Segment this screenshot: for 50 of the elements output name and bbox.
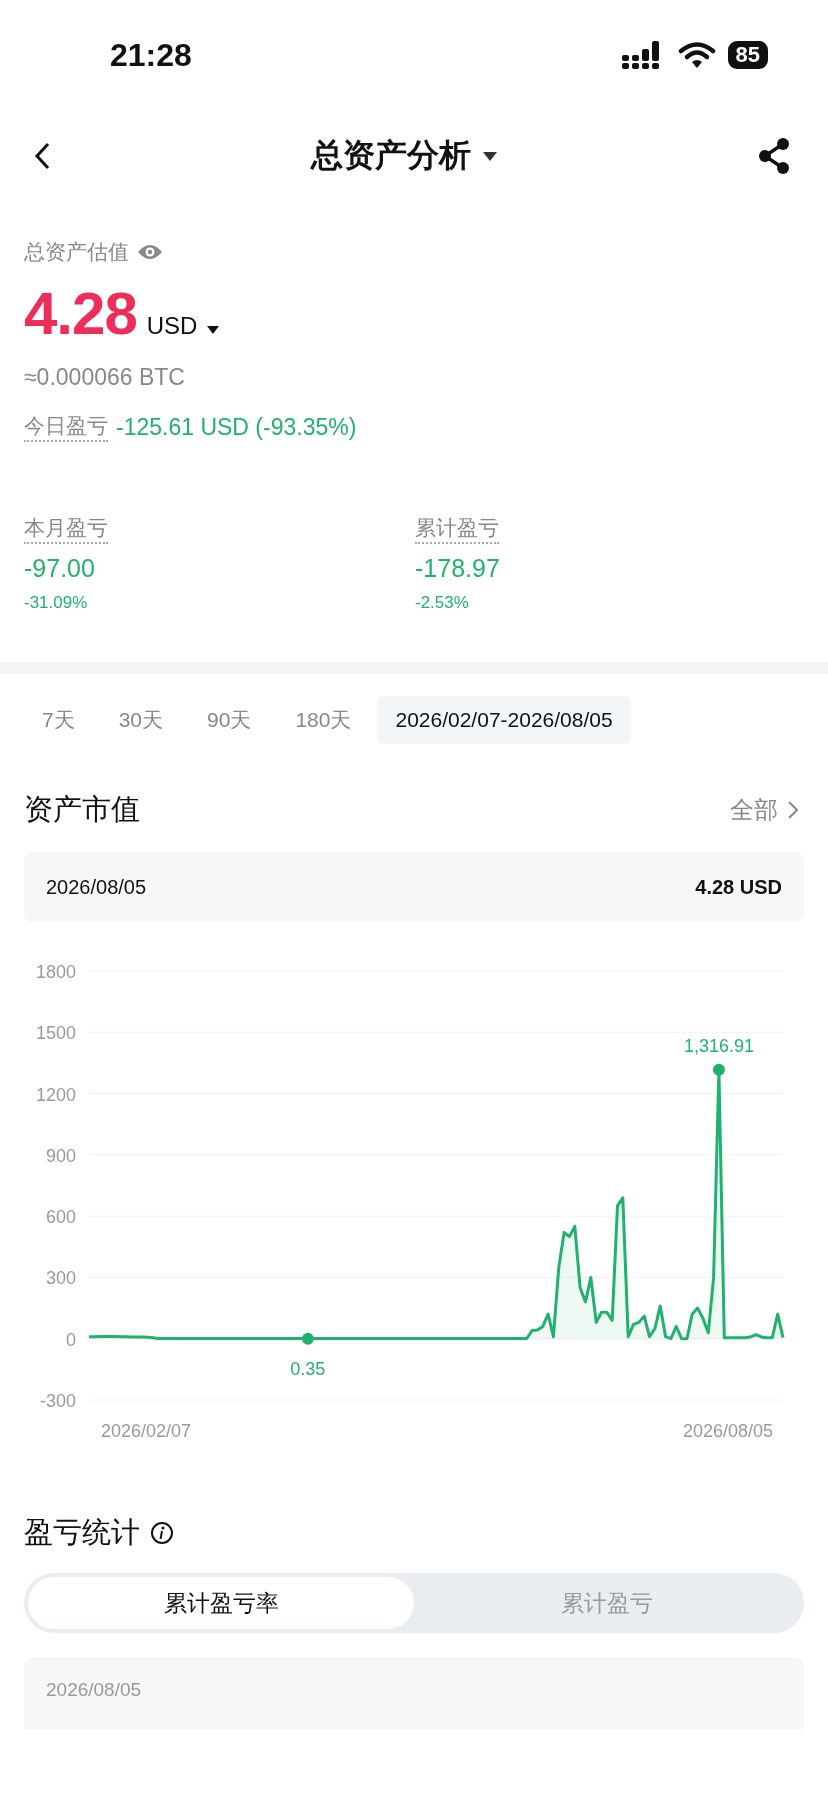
section-title: 资产市值	[24, 792, 140, 827]
wifi-icon	[677, 41, 716, 69]
status-time: 21:28	[110, 36, 192, 74]
view-all-link[interactable]: 全部	[724, 793, 804, 827]
currency-selector[interactable]: USD	[146, 312, 198, 340]
stat-value: -178.97	[415, 554, 500, 583]
stat-label[interactable]: 累计盈亏	[415, 514, 499, 544]
x-axis-label: 2026/08/05	[682, 1421, 773, 1441]
y-axis-label: 1500	[35, 1023, 76, 1044]
stat-percent: -31.09%	[24, 593, 88, 613]
stat-label[interactable]: 本月盈亏	[24, 514, 108, 544]
y-axis-label: 1200	[35, 1084, 76, 1105]
stat-value: -97.00	[24, 554, 95, 583]
range-tab[interactable]: 7天	[24, 694, 93, 746]
eye-icon[interactable]	[137, 243, 163, 261]
caret-icon[interactable]	[483, 151, 497, 161]
data-point	[301, 1332, 314, 1345]
chevron-icon	[788, 801, 798, 819]
btc-equivalent: ≈0.000066 BTC	[24, 364, 186, 391]
point-label: 0.35	[290, 1358, 326, 1379]
data-point	[712, 1063, 725, 1076]
range-tab[interactable]: 180天	[277, 694, 370, 746]
y-axis-label: 900	[45, 1145, 76, 1166]
y-axis-label: -300	[39, 1391, 76, 1411]
section-title: 盈亏统计	[24, 1515, 140, 1550]
back-icon[interactable]	[34, 142, 50, 170]
range-tab[interactable]: 90天	[189, 694, 270, 746]
y-axis-label: 1800	[35, 962, 76, 982]
point-label: 1,316.91	[683, 1035, 754, 1056]
y-axis-label: 0	[66, 1329, 76, 1350]
total-asset-label: 总资产估值	[24, 239, 129, 265]
segment-tab[interactable]: 累计盈亏	[414, 1577, 800, 1629]
page-title[interactable]: 总资产分析	[311, 134, 471, 178]
battery-level: 85	[727, 41, 768, 69]
tooltip-date: 2026/08/05	[46, 875, 147, 899]
total-asset-amount: 4.28	[24, 279, 137, 348]
x-axis-label: 2026/02/07	[101, 1421, 192, 1441]
stat-percent: -2.53%	[415, 593, 469, 613]
today-pnl-label[interactable]: 今日盈亏	[24, 412, 108, 442]
info-icon[interactable]	[150, 1521, 174, 1545]
segment-tab[interactable]: 累计盈亏率	[28, 1577, 414, 1629]
card-date: 2026/08/05	[46, 1679, 143, 1701]
range-tab[interactable]: 2026/02/07-2026/08/05	[377, 696, 631, 744]
share-icon[interactable]	[758, 138, 790, 174]
caret-icon[interactable]	[207, 326, 220, 334]
tooltip-value: 4.28 USD	[695, 875, 782, 899]
range-tab[interactable]: 30天	[100, 694, 182, 746]
today-pnl-value: -125.61 USD (-93.35%)	[116, 413, 357, 441]
y-axis-label: 600	[45, 1207, 76, 1228]
y-axis-label: 300	[45, 1268, 76, 1289]
